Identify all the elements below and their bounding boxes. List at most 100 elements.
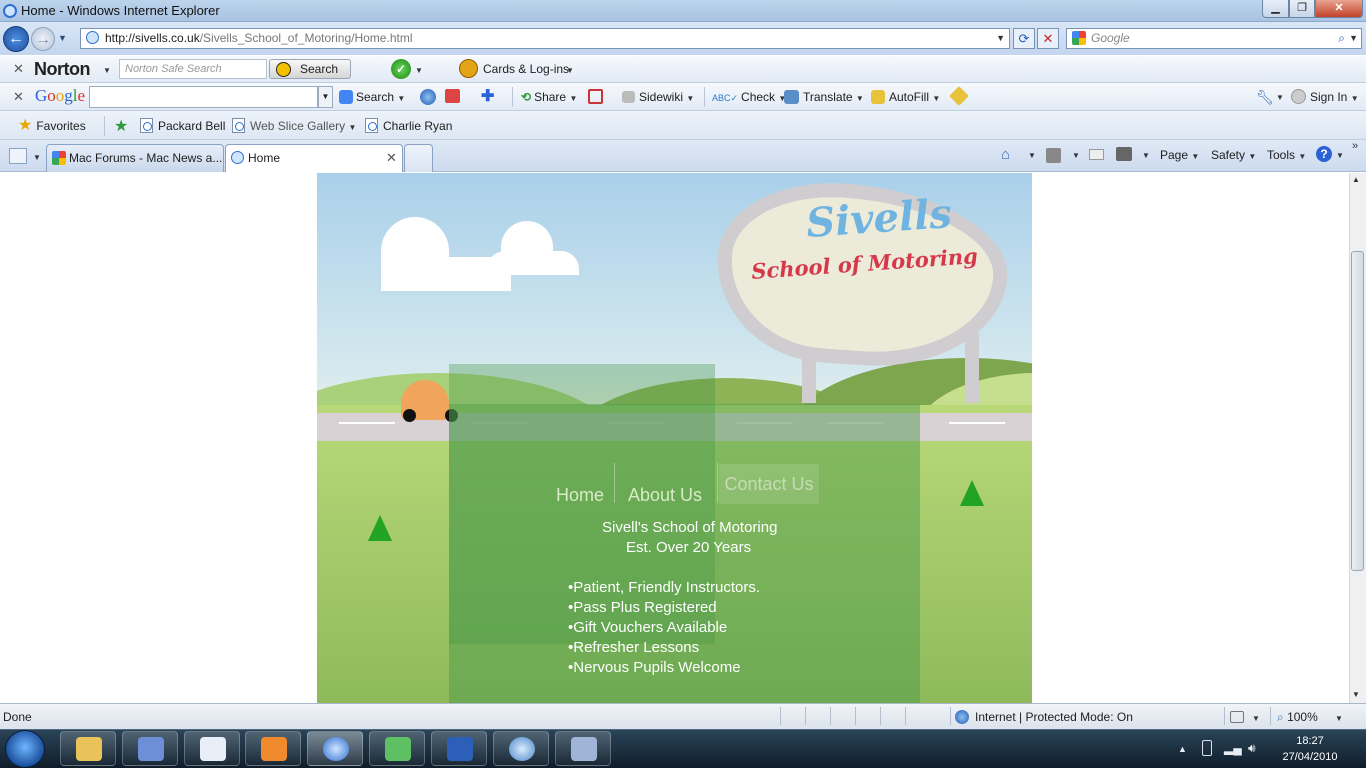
taskbar-explorer-button[interactable] [60, 731, 116, 766]
feature-item: •Patient, Friendly Instructors. [568, 579, 760, 596]
feature-item: •Gift Vouchers Available [568, 619, 728, 636]
safe-web-check-icon[interactable]: ✓ [391, 59, 411, 79]
start-button[interactable] [5, 730, 45, 768]
print-dropdown-icon[interactable]: ▼ [1142, 151, 1150, 160]
stop-icon[interactable]: ✕ [1037, 28, 1059, 49]
add-button-icon[interactable]: ✚ [481, 88, 494, 106]
translate-button[interactable]: Translate ▼ [784, 88, 864, 106]
nav-contact-us-link[interactable]: Contact Us [719, 464, 819, 504]
browser-search-box[interactable]: Google ⌕ ▼ [1066, 28, 1362, 49]
zoom-dropdown-icon[interactable]: ▼ [1335, 714, 1343, 723]
sidewiki-button[interactable]: Sidewiki ▼ [622, 88, 694, 106]
safe-web-dropdown-icon[interactable]: ▼ [415, 66, 423, 75]
add-to-favorites-icon[interactable]: ★ [114, 116, 128, 136]
scroll-up-icon[interactable]: ▲ [1352, 175, 1360, 184]
norton-logo[interactable]: Norton [34, 59, 90, 80]
cards-dropdown-icon[interactable]: ▼ [566, 66, 574, 75]
battery-icon[interactable] [1202, 740, 1212, 756]
taskbar-paint-button[interactable] [122, 731, 178, 766]
address-dropdown-icon[interactable]: ▼ [996, 29, 1005, 48]
mail-icon[interactable] [1089, 149, 1104, 160]
nav-separator [717, 463, 718, 503]
taskbar-clock[interactable]: 18:27 27/04/2010 [1268, 733, 1352, 765]
refresh-icon[interactable]: ⟳ [1013, 28, 1035, 49]
recent-pages-dropdown-icon[interactable]: ▼ [58, 33, 67, 43]
bookmarks-icon[interactable] [445, 89, 460, 103]
close-window-button[interactable]: ✕ [1315, 0, 1363, 18]
nav-about-us-link[interactable]: About Us [622, 475, 708, 515]
favorites-button[interactable]: ★ Favorites [18, 116, 86, 136]
network-icon[interactable]: ▂▄ [1224, 741, 1242, 755]
feeds-icon[interactable] [1046, 148, 1061, 163]
popup-blocker-icon[interactable] [588, 89, 603, 104]
new-tab-button[interactable] [404, 144, 433, 172]
tools-menu[interactable]: Tools ▼ [1267, 146, 1306, 164]
norton-search-button[interactable]: Search [269, 59, 351, 79]
scroll-down-icon[interactable]: ▼ [1352, 690, 1360, 699]
back-button[interactable]: ← [3, 26, 29, 52]
favorite-link-packard-bell[interactable]: Packard Bell [140, 116, 225, 136]
taskbar-messenger-button[interactable] [369, 731, 425, 766]
safety-menu[interactable]: Safety ▼ [1211, 146, 1256, 164]
volume-icon[interactable]: 🔊︎ [1248, 741, 1256, 756]
chevron-more-icon[interactable]: » [1352, 140, 1358, 152]
spellcheck-icon: ABC✓ [712, 93, 739, 103]
translate-icon [784, 90, 799, 104]
maximize-button[interactable]: ❐ [1289, 0, 1315, 18]
share-button[interactable]: ⟲ Share ▼ [521, 88, 577, 106]
nav-home-link[interactable]: Home [549, 475, 611, 515]
settings-dropdown-icon[interactable]: ▼ [1276, 93, 1284, 102]
close-toolbar-icon[interactable]: ✕ [13, 61, 24, 77]
scrollbar-thumb[interactable] [1351, 251, 1364, 571]
minimize-button[interactable]: ▁ [1262, 0, 1289, 18]
print-icon[interactable] [1116, 147, 1132, 161]
help-dropdown-icon[interactable]: ▼ [1336, 151, 1344, 160]
protected-mode-icon[interactable] [1230, 711, 1244, 723]
norton-search-input[interactable]: Norton Safe Search [119, 59, 267, 79]
taskbar-word-button[interactable] [431, 731, 487, 766]
feature-item: •Pass Plus Registered [568, 599, 717, 616]
globe-icon[interactable] [420, 89, 436, 105]
address-bar[interactable]: http://sivells.co.uk/Sivells_School_of_M… [80, 28, 1010, 49]
quick-tabs-icon[interactable] [9, 148, 27, 164]
security-zone-status[interactable]: Internet | Protected Mode: On [975, 710, 1133, 724]
tab-mac-forums[interactable]: Mac Forums - Mac News a... [46, 144, 224, 172]
tab-list-dropdown-icon[interactable]: ▼ [33, 153, 41, 162]
protected-mode-dropdown-icon[interactable]: ▼ [1252, 714, 1260, 723]
search-provider-dropdown-icon[interactable]: ▼ [1349, 29, 1358, 48]
taskbar-itunes-button[interactable] [493, 731, 549, 766]
status-divider [1224, 707, 1225, 725]
home-icon[interactable]: ⌂ [1001, 146, 1010, 164]
home-dropdown-icon[interactable]: ▼ [1028, 151, 1036, 160]
google-search-dropdown-icon[interactable]: ▼ [318, 86, 333, 108]
favorite-link-charlie-ryan[interactable]: Charlie Ryan [365, 116, 452, 136]
paint-icon [138, 737, 164, 761]
taskbar-photo-app-button[interactable] [555, 731, 611, 766]
status-divider [880, 707, 881, 725]
lock-icon [459, 59, 478, 78]
autofill-button[interactable]: AutoFill ▼ [871, 88, 940, 106]
tab-home[interactable]: Home ✕ [225, 144, 403, 172]
forward-button[interactable]: → [31, 27, 55, 51]
taskbar-calendar-button[interactable] [184, 731, 240, 766]
zoom-level[interactable]: ⌕ 100% [1277, 710, 1318, 725]
cards-logins-button[interactable]: Cards & Log-ins [483, 62, 569, 76]
taskbar-media-player-button[interactable] [245, 731, 301, 766]
sign-in-button[interactable]: Sign In ▼ [1291, 88, 1359, 106]
wrench-icon[interactable]: 🔧︎ [1256, 88, 1274, 106]
help-icon[interactable]: ? [1316, 146, 1332, 162]
close-google-toolbar-icon[interactable]: ✕ [13, 89, 24, 105]
check-spelling-button[interactable]: ABC✓ Check ▼ [712, 88, 786, 106]
show-hidden-icons-icon[interactable]: ▲ [1178, 744, 1187, 754]
norton-menu-dropdown-icon[interactable]: ▼ [103, 66, 111, 75]
page-menu[interactable]: Page ▼ [1160, 146, 1199, 164]
favorite-link-web-slice-gallery[interactable]: Web Slice Gallery ▼ [232, 116, 356, 136]
google-search-button[interactable]: Search ▼ [339, 88, 405, 106]
close-tab-icon[interactable]: ✕ [386, 145, 397, 171]
internet-explorer-icon [323, 737, 349, 761]
status-divider [830, 707, 831, 725]
search-icon[interactable]: ⌕ [1338, 29, 1345, 48]
feeds-dropdown-icon[interactable]: ▼ [1072, 151, 1080, 160]
google-search-input[interactable] [89, 86, 318, 108]
taskbar-internet-explorer-button[interactable] [307, 731, 363, 766]
